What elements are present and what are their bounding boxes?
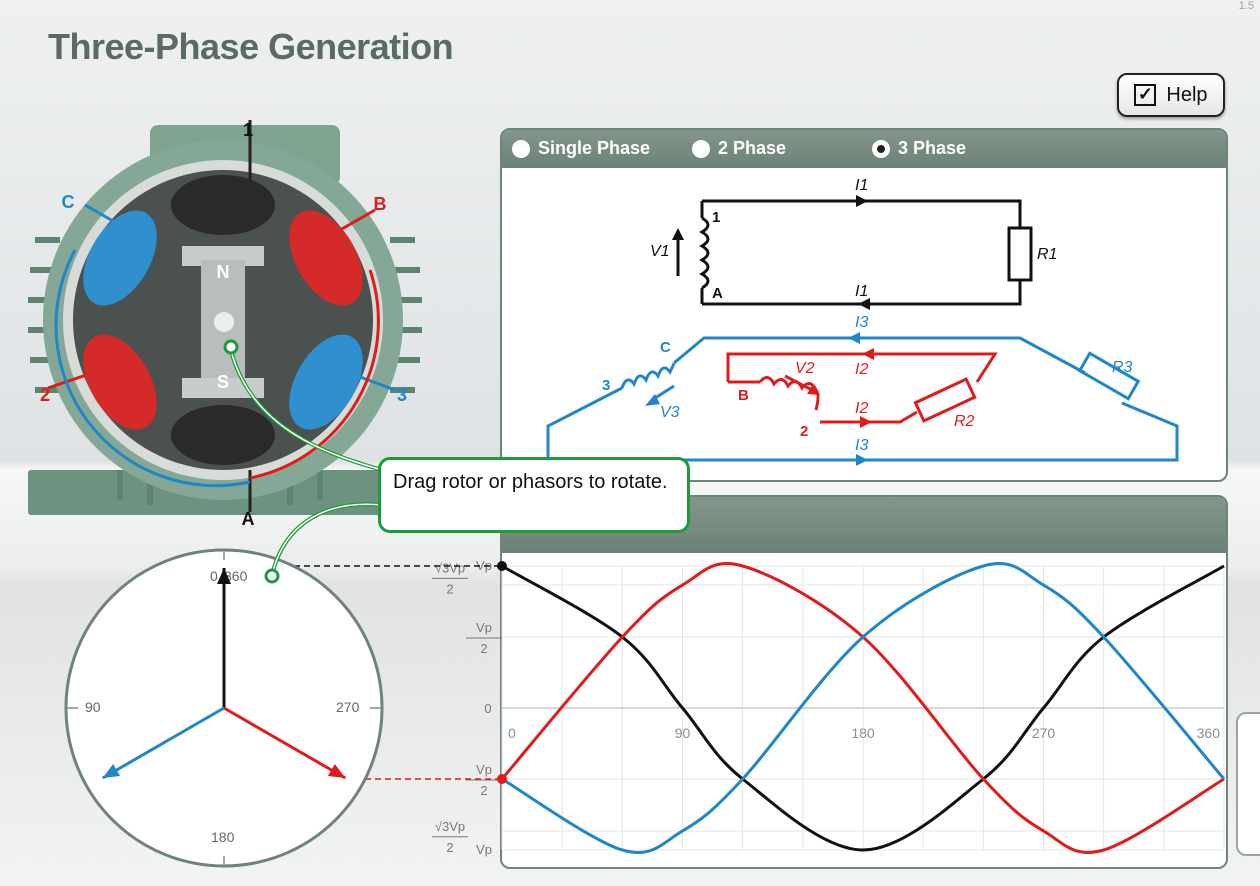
- phasor-drag-handle[interactable]: [264, 568, 280, 584]
- side-drawer-tab[interactable]: [1236, 712, 1260, 856]
- callout-leader: [223, 339, 383, 584]
- drag-hint-callout: Drag rotor or phasors to rotate.: [378, 457, 690, 533]
- rotor-drag-handle[interactable]: [223, 339, 239, 355]
